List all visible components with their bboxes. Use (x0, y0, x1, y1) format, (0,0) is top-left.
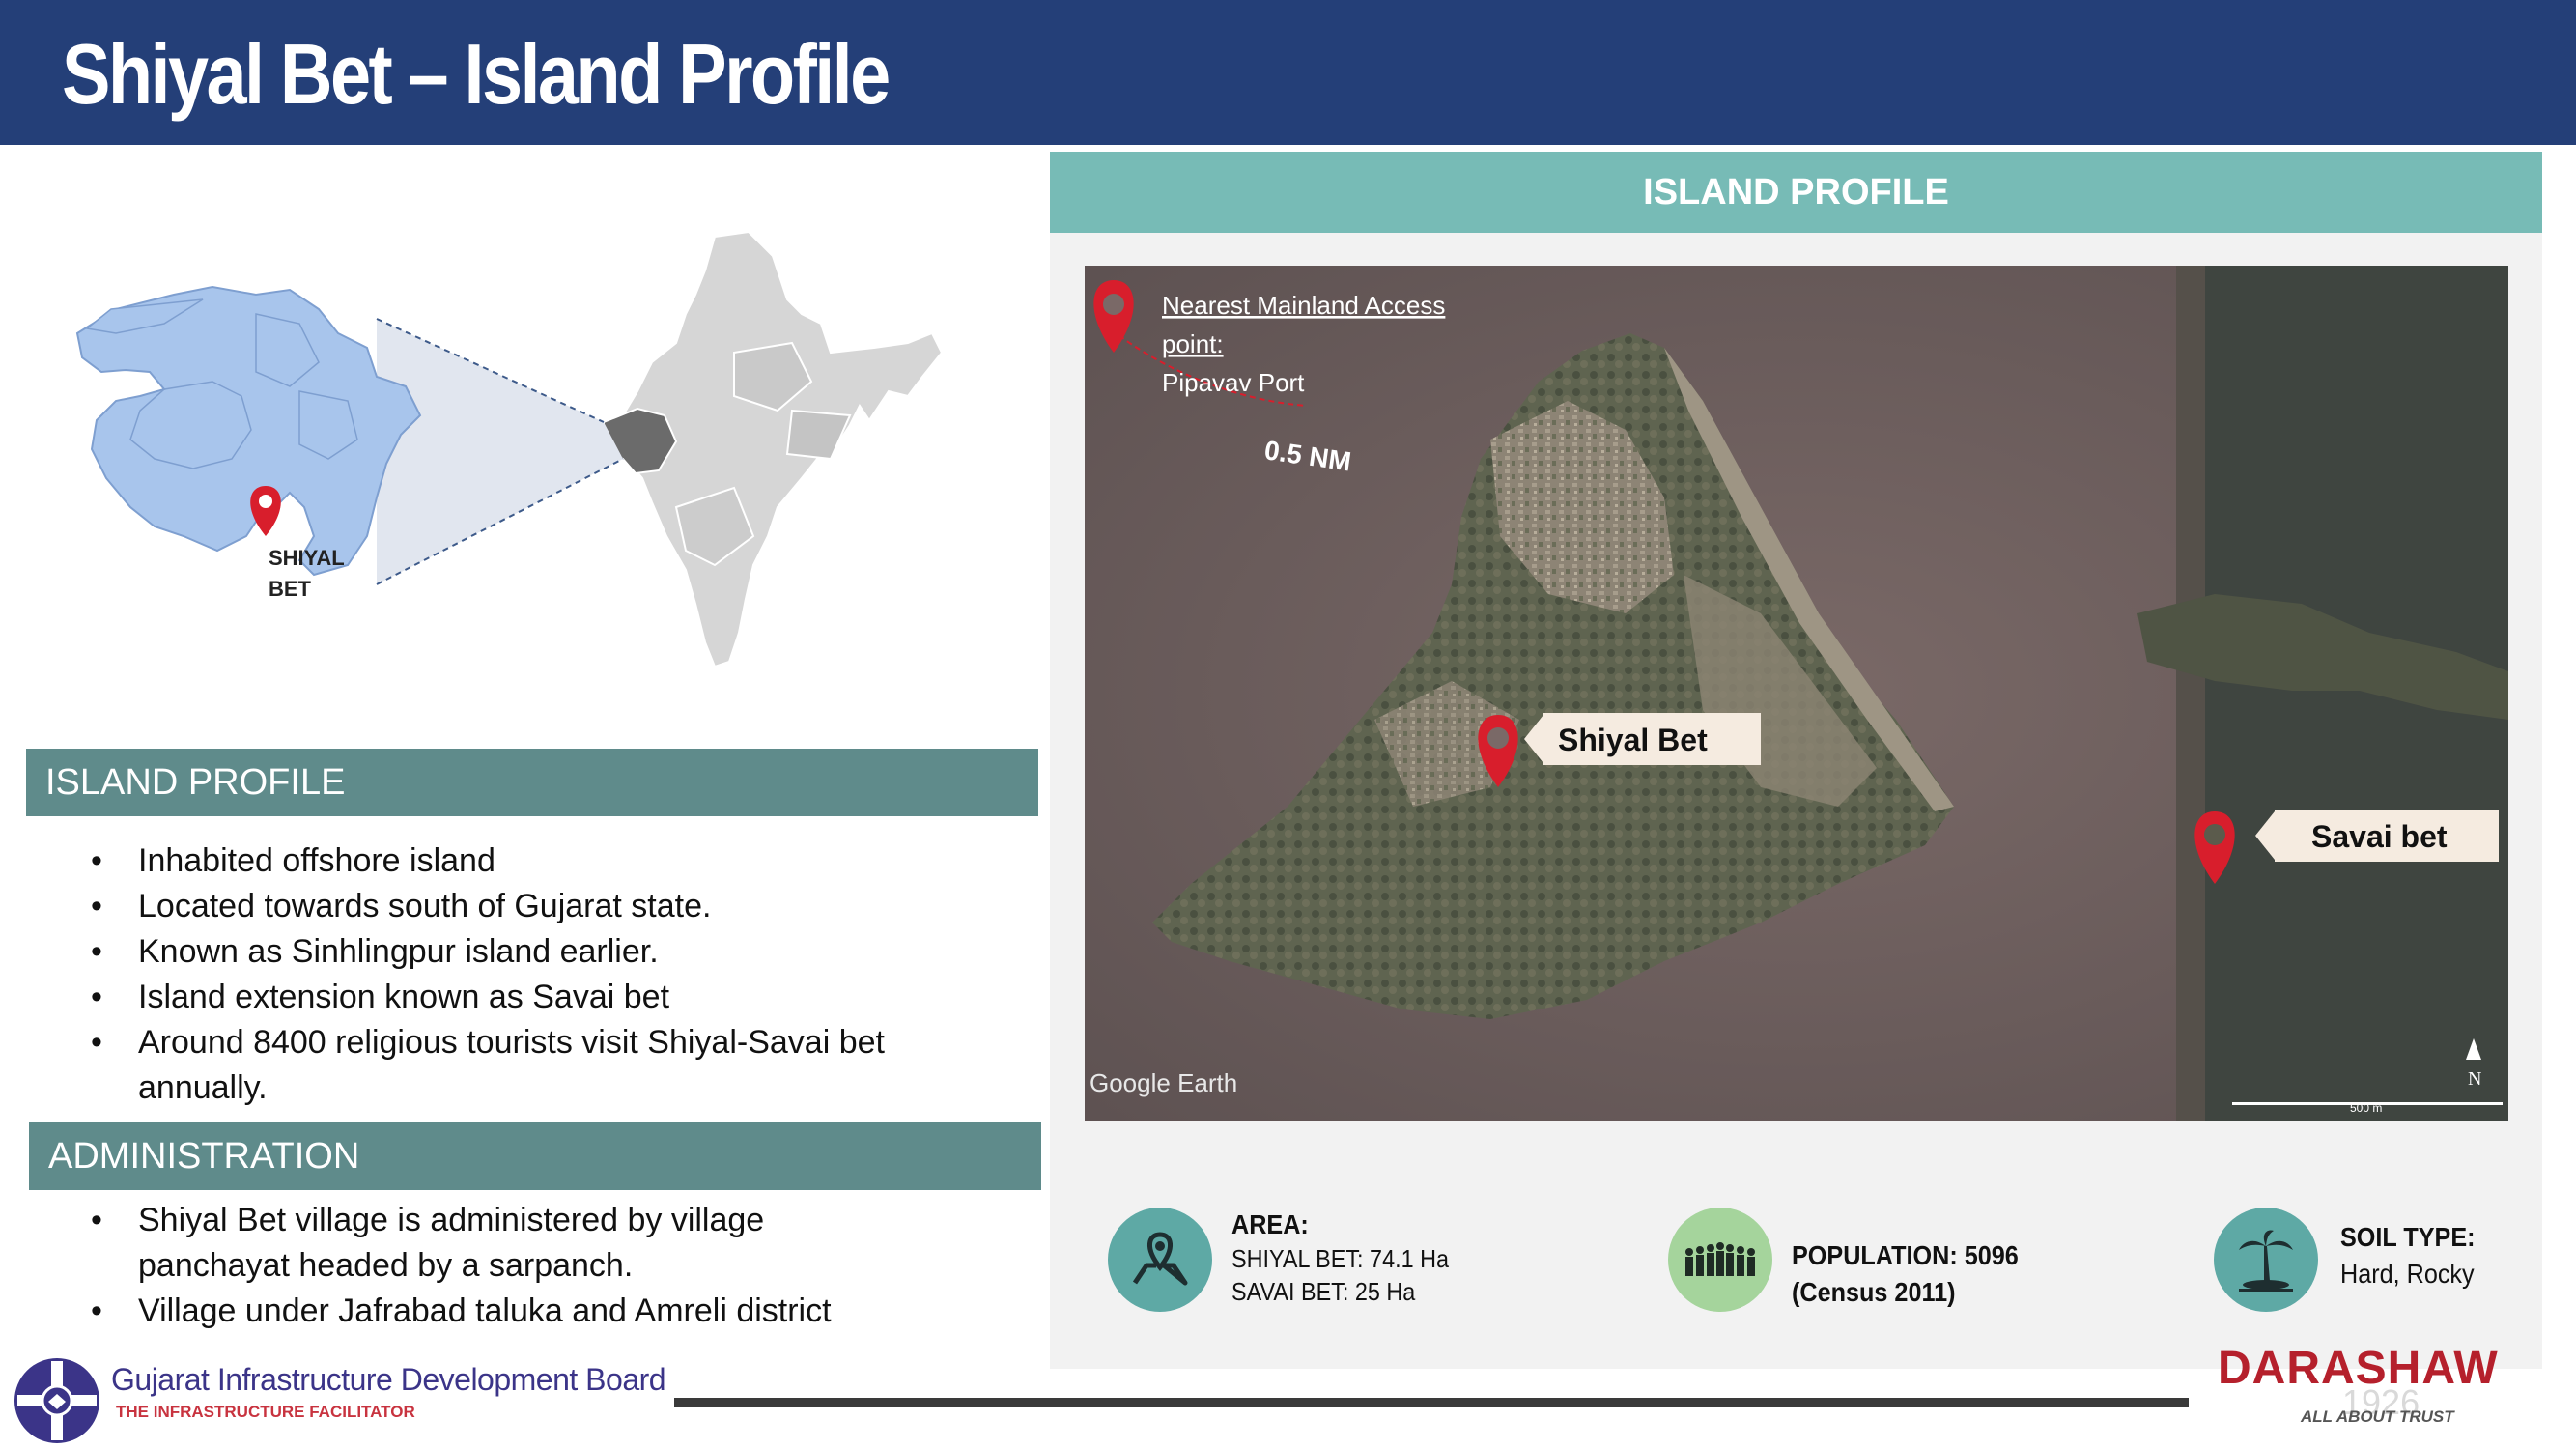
savai-label: Savai bet (2311, 819, 2448, 854)
list-item-continuation: annually. (75, 1065, 1041, 1111)
shiyal-label: Shiyal Bet (1558, 723, 1708, 757)
org-tagline: THE INFRASTRUCTURE FACILITATOR (116, 1403, 415, 1421)
scale-label: 500 m (2350, 1101, 2382, 1115)
soil-icon-circle (2214, 1208, 2318, 1312)
list-item-continuation: panchayat headed by a sarpanch. (75, 1243, 1041, 1289)
shiyal-bet-marker (250, 486, 281, 536)
darashaw-logo: DARASHAW 1926 ALL ABOUT TRUST (2212, 1343, 2531, 1449)
population-line1: POPULATION: 5096 (1792, 1240, 2019, 1270)
google-earth-watermark: Google Earth (1090, 1068, 1237, 1097)
area-line2: SAVAI BET: 25 Ha (1231, 1277, 1416, 1306)
population-line2: (Census 2011) (1792, 1277, 1956, 1307)
north-label: N (2468, 1068, 2481, 1090)
bullet-text: Inhabited offshore island (138, 842, 495, 879)
right-panel-header: ISLAND PROFILE (1050, 152, 2542, 233)
area-label: AREA: (1231, 1209, 1309, 1239)
map-pin-icon (1132, 1232, 1188, 1286)
population-icon-circle (1668, 1208, 1772, 1312)
list-item: • Shiyal Bet village is administered by v… (91, 1202, 765, 1238)
access-title-line2: point: (1162, 329, 1224, 358)
org-name: Gujarat Infrastructure Development Board (111, 1362, 666, 1397)
administration-list: • Shiyal Bet village is administered by v… (75, 1198, 1041, 1334)
satellite-image: Nearest Mainland Access point: Pipavav P… (1085, 266, 2508, 1121)
footer-divider (674, 1398, 2189, 1407)
bullet-text: Around 8400 religious tourists visit Shi… (138, 1024, 885, 1061)
island-palm-icon (2239, 1230, 2293, 1292)
area-line1: SHIYAL BET: 74.1 Ha (1231, 1244, 1450, 1273)
bullet-text: annually. (138, 1069, 268, 1106)
gidb-logo (14, 1358, 99, 1443)
administration-header: ADMINISTRATION (29, 1122, 1041, 1190)
area-icon-circle (1108, 1208, 1212, 1312)
zoom-wedge (377, 319, 623, 584)
island-profile-list: • Inhabited offshore island • Located towa… (75, 838, 1041, 1111)
bullet-text: Village under Jafrabad taluka and Amreli… (138, 1293, 832, 1329)
soil-label: SOIL TYPE: (2340, 1222, 2476, 1252)
list-item: • Located towards south of Gujarat state. (91, 888, 712, 924)
marker-label-line2: BET (269, 577, 312, 601)
island-profile-header: ISLAND PROFILE (26, 749, 1038, 816)
list-item: • Village under Jafrabad taluka and Amrel… (91, 1293, 832, 1329)
people-icon (1685, 1242, 1755, 1276)
page-title: Shiyal Bet – Island Profile (62, 26, 891, 122)
list-item: • Known as Sinhlingpur island earlier. (91, 933, 659, 970)
access-place: Pipavav Port (1162, 368, 1305, 397)
bullet-text: Known as Sinhlingpur island earlier. (138, 933, 659, 970)
access-title-line1: Nearest Mainland Access (1162, 291, 1445, 320)
list-item: • Around 8400 religious tourists visit Sh… (91, 1024, 885, 1061)
india-region (785, 409, 852, 461)
list-item: • Inhabited offshore island (91, 842, 495, 879)
brand-tagline: ALL ABOUT TRUST (2301, 1407, 2454, 1426)
bullet-text: panchayat headed by a sarpanch. (138, 1247, 634, 1284)
bullet-text: Island extension known as Savai bet (138, 979, 670, 1015)
list-item: • Island extension known as Savai bet (91, 979, 670, 1015)
bullet-text: Located towards south of Gujarat state. (138, 888, 712, 924)
marker-label-line1: SHIYAL (269, 546, 345, 570)
soil-value: Hard, Rocky (2340, 1259, 2475, 1289)
bullet-text: Shiyal Bet village is administered by vi… (138, 1202, 765, 1238)
location-map: SHIYAL BET (75, 230, 944, 668)
